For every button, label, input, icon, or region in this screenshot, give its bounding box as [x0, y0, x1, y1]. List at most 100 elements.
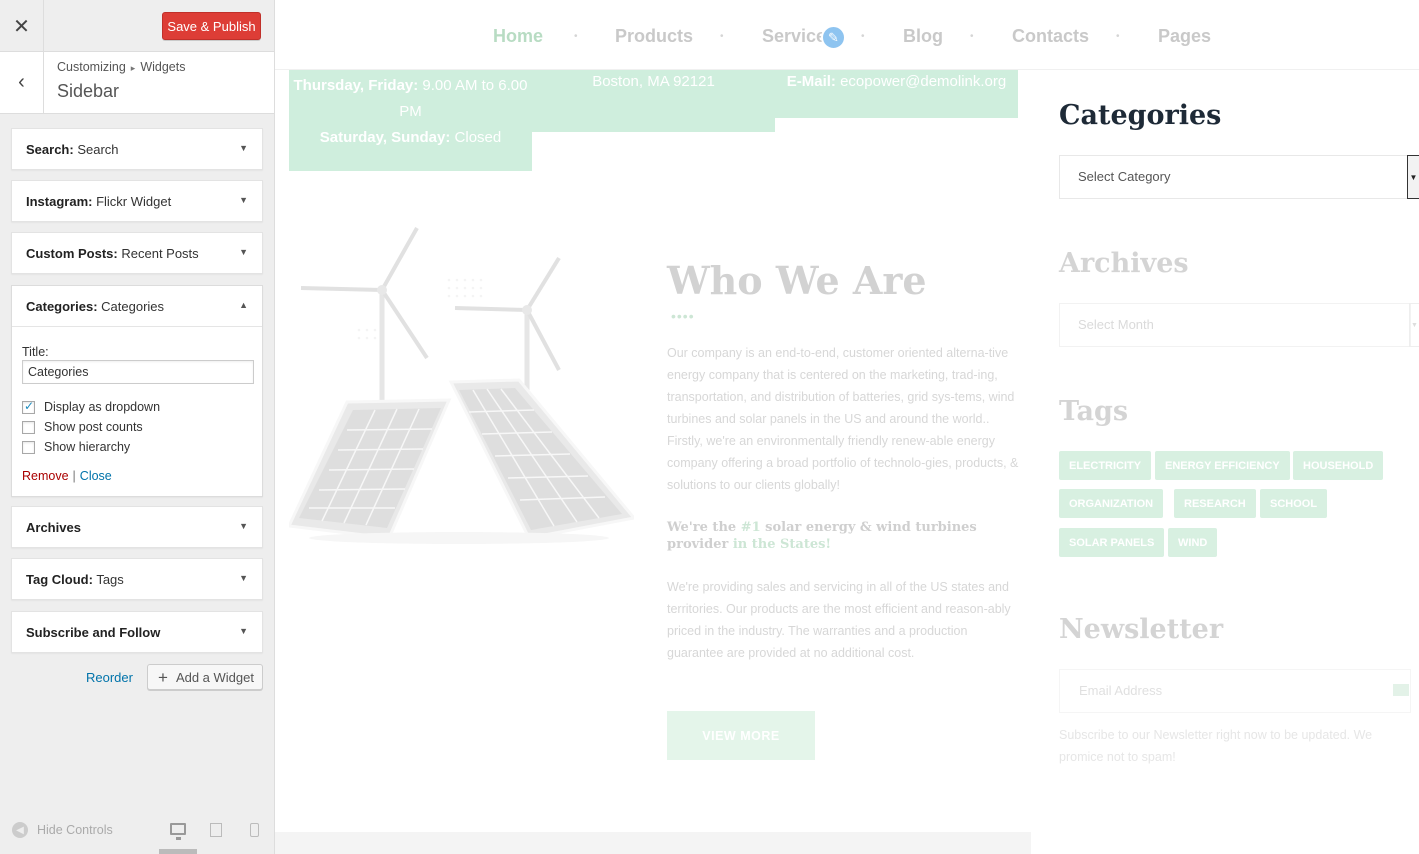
month-select[interactable]: Select Month	[1059, 303, 1411, 347]
nav-dot: •	[720, 31, 724, 42]
tag-organization[interactable]: ORGANIZATION	[1059, 489, 1164, 518]
footer-band	[275, 832, 1031, 854]
nav-home[interactable]: Home	[493, 26, 543, 47]
widget-header[interactable]: Custom Posts: Recent Posts ▼	[12, 233, 262, 273]
checkbox[interactable]	[22, 440, 35, 454]
widget-categories[interactable]: Categories: Categories ▲ Title: Display …	[11, 285, 263, 497]
option-show-post-counts[interactable]: Show post counts	[22, 419, 143, 435]
tag-household[interactable]: HOUSEHOLD	[1293, 451, 1384, 480]
customizer-header: ✕ Save & Publish	[0, 0, 274, 52]
add-widget-button[interactable]: + Add a Widget	[147, 664, 263, 690]
provider-tagline: We're the #1 solar energy & wind turbine…	[667, 519, 1019, 553]
widget-label: Custom Posts: Recent Posts	[26, 246, 199, 261]
nav-service[interactable]: Service	[762, 26, 826, 47]
close-link[interactable]: Close	[80, 469, 112, 483]
widget-header[interactable]: Subscribe and Follow ▼	[12, 612, 262, 652]
tag-energy-efficiency[interactable]: ENERGY EFFICIENCY	[1155, 451, 1290, 480]
title-decor-dots: ••••	[671, 308, 695, 324]
option-label: Display as dropdown	[44, 400, 161, 414]
tablet-preview-icon[interactable]	[210, 823, 222, 837]
reorder-link[interactable]: Reorder	[86, 670, 133, 685]
collapse-arrow-icon: ◀	[12, 822, 28, 838]
dropdown-arrow-icon[interactable]: ▼	[1409, 303, 1419, 347]
title-label: Title:	[22, 345, 49, 359]
widget-title: Recent Posts	[121, 246, 199, 261]
option-show-hierarchy[interactable]: Show hierarchy	[22, 439, 130, 455]
title-input[interactable]	[22, 360, 254, 384]
widget-title: Tags	[96, 572, 124, 587]
tag-research[interactable]: RESEARCH	[1174, 489, 1256, 518]
expand-arrow-icon[interactable]: ▼	[239, 521, 248, 531]
widget-name: Archives	[26, 520, 81, 535]
expand-arrow-icon[interactable]: ▼	[239, 195, 248, 205]
email-label: E-Mail:	[786, 73, 836, 90]
close-customizer-icon[interactable]: ✕	[0, 0, 44, 52]
nav-pages[interactable]: Pages	[1158, 26, 1211, 47]
hours-line-2: Saturday, Sunday: Closed	[289, 125, 532, 151]
widget-archives[interactable]: Archives ▼	[11, 506, 263, 548]
edit-pencil-icon[interactable]: ✎	[821, 25, 846, 50]
widget-tag-cloud[interactable]: Tag Cloud: Tags ▼	[11, 558, 263, 600]
expand-arrow-icon[interactable]: ▼	[239, 143, 248, 153]
back-arrow-icon[interactable]: ‹	[0, 52, 44, 113]
tag-school[interactable]: SCHOOL	[1260, 489, 1328, 518]
category-select[interactable]: Select Category	[1059, 155, 1411, 199]
customizer-footer: ◀ Hide Controls	[0, 812, 274, 854]
customizer-panel: ✕ Save & Publish ‹ Customizing ▸ Widgets S…	[0, 0, 275, 854]
tags-title: Tags	[1059, 396, 1129, 427]
nav-contacts[interactable]: Contacts	[1012, 26, 1089, 47]
widget-header[interactable]: Search: Search ▼	[12, 129, 262, 169]
dropdown-arrow-icon[interactable]: ▼	[1407, 155, 1419, 199]
expand-arrow-icon[interactable]: ▼	[239, 247, 248, 257]
widget-title: Categories	[101, 299, 165, 314]
widget-search[interactable]: Search: Search ▼	[11, 128, 263, 170]
tag-solar-panels[interactable]: SOLAR PANELS	[1059, 528, 1165, 557]
save-publish-button[interactable]: Save & Publish	[162, 12, 261, 40]
widget-header[interactable]: Tag Cloud: Tags ▼	[12, 559, 262, 599]
hide-controls-button[interactable]: ◀ Hide Controls	[12, 822, 113, 838]
mobile-preview-icon[interactable]	[250, 823, 259, 837]
view-more-button[interactable]: VIEW MORE	[667, 711, 815, 760]
active-device-indicator	[159, 849, 197, 854]
option-display-dropdown[interactable]: Display as dropdown	[22, 399, 160, 415]
widget-actions: Remove | Close	[22, 469, 112, 483]
widget-header[interactable]: Instagram: Flickr Widget ▼	[12, 181, 262, 221]
solar-wind-illustration	[289, 227, 634, 544]
tag-wind[interactable]: WIND	[1168, 528, 1218, 557]
main-nav: Home • Products • Service ✎ • Blog • Con…	[275, 0, 1419, 70]
widget-label: Search: Search	[26, 142, 119, 157]
desktop-preview-icon[interactable]	[170, 823, 186, 840]
expand-arrow-icon[interactable]: ▼	[239, 626, 248, 636]
newsletter-title: Newsletter	[1059, 614, 1224, 645]
envelope-icon[interactable]	[1393, 684, 1409, 696]
newsletter-email-input[interactable]: Email Address	[1059, 669, 1411, 713]
nav-products[interactable]: Products	[615, 26, 693, 47]
tagline-part: We're the	[667, 520, 741, 535]
tag-electricity[interactable]: ELECTRICITY	[1059, 451, 1152, 480]
newsletter-text: Subscribe to our Newsletter right now to…	[1059, 728, 1373, 764]
widget-name: Search:	[26, 142, 74, 157]
widget-custom-posts[interactable]: Custom Posts: Recent Posts ▼	[11, 232, 263, 274]
widget-header[interactable]: Categories: Categories ▲	[12, 286, 262, 326]
widget-header[interactable]: Archives ▼	[12, 507, 262, 547]
collapse-arrow-icon[interactable]: ▲	[239, 300, 248, 310]
hours-time-2: Closed	[450, 129, 502, 146]
widget-name: Tag Cloud:	[26, 572, 93, 587]
widget-subscribe-follow[interactable]: Subscribe and Follow ▼	[11, 611, 263, 653]
breadcrumb-current: Widgets	[140, 60, 186, 74]
widget-title: Flickr Widget	[96, 194, 172, 209]
nav-dot: •	[1116, 31, 1120, 42]
archives-title: Archives	[1059, 248, 1189, 279]
hours-line-1: Thursday, Friday: 9.00 AM to 6.00 PM	[289, 73, 532, 125]
widget-instagram[interactable]: Instagram: Flickr Widget ▼	[11, 180, 263, 222]
widget-name: Custom Posts:	[26, 246, 118, 261]
breadcrumb-parent: Customizing	[57, 60, 126, 74]
section-header: ‹ Customizing ▸ Widgets Sidebar	[0, 52, 274, 114]
categories-title: Categories	[1059, 100, 1222, 131]
remove-link[interactable]: Remove	[22, 469, 69, 483]
nav-blog[interactable]: Blog	[903, 26, 943, 47]
expand-arrow-icon[interactable]: ▼	[239, 573, 248, 583]
checkbox[interactable]	[22, 420, 35, 434]
widget-name: Categories:	[26, 299, 98, 314]
checkbox-checked[interactable]	[22, 399, 35, 414]
